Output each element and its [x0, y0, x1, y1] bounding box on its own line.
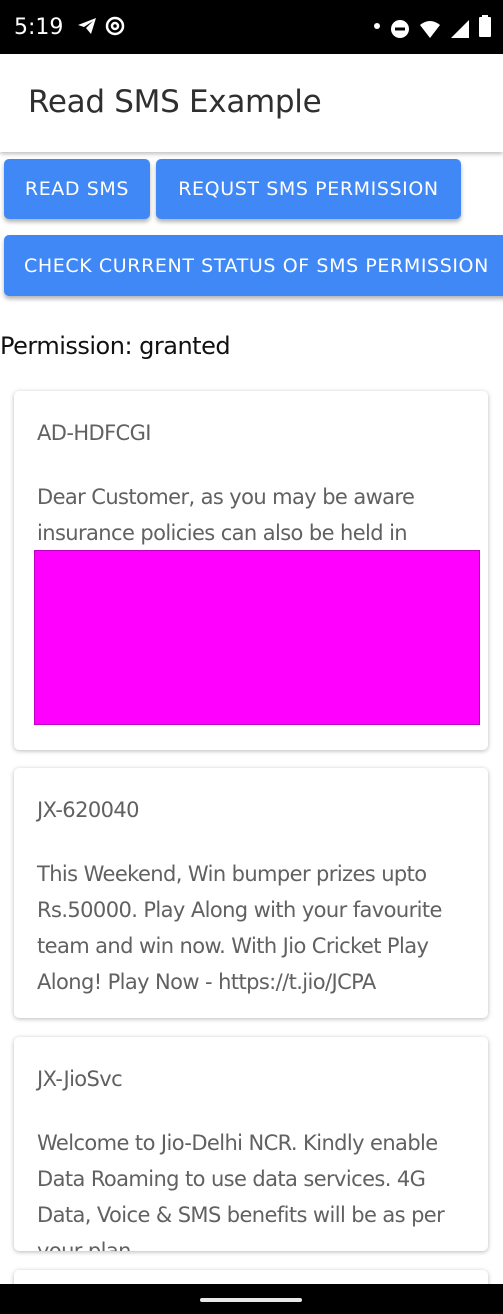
do-not-disturb-icon: [389, 18, 411, 40]
page-title: Read SMS Example: [28, 84, 322, 120]
message-sender: JX-620040: [37, 798, 139, 822]
navigation-bar: [0, 1284, 503, 1314]
message-sender: JX-JioSvc: [37, 1067, 123, 1091]
message-sender: AD-HDFCGI: [37, 421, 151, 445]
wifi-icon: [419, 18, 441, 40]
home-gesture-handle[interactable]: [200, 1298, 302, 1302]
signal-icon: [449, 18, 471, 40]
message-card: JX-620040 This Weekend, Win bumper prize…: [14, 768, 488, 1018]
permission-status-text: Permission: granted: [0, 332, 231, 360]
status-time: 5:19: [14, 15, 64, 40]
app-bar: Read SMS Example: [0, 54, 503, 152]
battery-icon: [479, 15, 491, 42]
status-right-icons: [373, 15, 491, 42]
request-sms-permission-button[interactable]: REQUST SMS PERMISSION: [156, 159, 461, 219]
status-bar: 5:19: [0, 0, 503, 54]
message-body: Welcome to Jio-Delhi NCR. Kindly enable …: [37, 1131, 445, 1251]
status-left-icons: [76, 15, 126, 37]
redacted-region: [34, 550, 480, 725]
message-card: AD-HDFCGI Dear Customer, as you may be a…: [14, 391, 488, 750]
read-sms-button[interactable]: READ SMS: [4, 159, 150, 219]
message-card: JX-JioSvc Welcome to Jio-Delhi NCR. Kind…: [14, 1037, 488, 1251]
message-body: This Weekend, Win bumper prizes upto Rs.…: [37, 862, 442, 994]
check-permission-status-button[interactable]: CHECK CURRENT STATUS OF SMS PERMISSION: [4, 235, 503, 296]
message-body: Dear Customer, as you may be aware insur…: [37, 485, 415, 545]
at-sign-icon: [104, 15, 126, 37]
dot-icon: [373, 15, 381, 42]
telegram-icon: [76, 15, 98, 37]
